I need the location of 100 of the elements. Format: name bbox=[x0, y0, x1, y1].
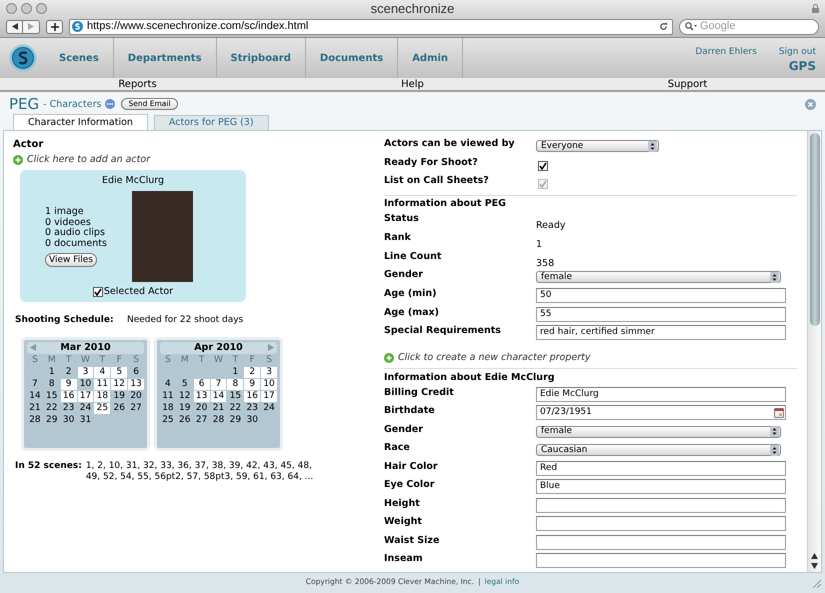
calendar-day[interactable]: 9 bbox=[244, 378, 260, 390]
calendar-day[interactable]: 15 bbox=[44, 390, 60, 402]
calendar-day[interactable]: 12 bbox=[176, 390, 193, 402]
calendar-day[interactable]: 10 bbox=[78, 378, 94, 390]
calendar-day[interactable]: 8 bbox=[44, 378, 60, 390]
text-field[interactable]: Blue bbox=[536, 479, 786, 494]
calendar-day[interactable]: 5 bbox=[111, 366, 128, 378]
close-icon[interactable] bbox=[805, 98, 816, 110]
calendar-day[interactable]: 6 bbox=[128, 366, 144, 378]
scroll-up-icon[interactable] bbox=[811, 553, 818, 559]
calendar-day[interactable]: 30 bbox=[244, 414, 260, 426]
calendar-day[interactable]: 26 bbox=[176, 414, 193, 426]
calendar-day[interactable]: 24 bbox=[261, 402, 277, 414]
calendar-icon[interactable] bbox=[774, 408, 784, 418]
text-field[interactable] bbox=[536, 498, 786, 513]
sign-out-link[interactable]: Sign out bbox=[778, 46, 816, 60]
calendar-day[interactable]: 20 bbox=[128, 390, 144, 402]
text-field[interactable]: 50 bbox=[536, 288, 786, 303]
calendar-day[interactable]: 30 bbox=[60, 414, 77, 426]
breadcrumb-link[interactable]: - Characters bbox=[43, 98, 102, 113]
scroll-down-icon[interactable] bbox=[811, 563, 818, 569]
calendar-day[interactable]: 11 bbox=[160, 390, 176, 402]
calendar-day[interactable]: 11 bbox=[94, 378, 110, 390]
checkbox[interactable] bbox=[538, 160, 548, 171]
calendar-day[interactable]: 3 bbox=[261, 366, 277, 378]
calendar-day[interactable]: 13 bbox=[194, 390, 210, 402]
calendar-day[interactable]: 21 bbox=[27, 402, 43, 414]
calendar-day[interactable]: 21 bbox=[210, 402, 226, 414]
dropdown[interactable]: Caucasian bbox=[536, 444, 781, 456]
view-files-button[interactable]: View Files bbox=[45, 253, 97, 268]
add-property-link[interactable]: Click to create a new character property bbox=[398, 351, 590, 366]
calendar-day[interactable]: 25 bbox=[94, 402, 110, 414]
tab[interactable]: Character Information bbox=[13, 114, 148, 130]
calendar-day[interactable]: 28 bbox=[210, 414, 226, 426]
calendar-day[interactable]: 23 bbox=[244, 402, 260, 414]
calendar-day[interactable]: 1 bbox=[44, 366, 60, 378]
calendar-day[interactable]: 9 bbox=[60, 378, 77, 390]
calendar-day[interactable]: 5 bbox=[176, 378, 193, 390]
calendar-day[interactable]: 4 bbox=[160, 378, 176, 390]
forward-button[interactable] bbox=[23, 20, 40, 34]
calendar-day[interactable]: 4 bbox=[94, 366, 110, 378]
text-field[interactable] bbox=[536, 516, 786, 532]
tab[interactable]: Actors for PEG (3) bbox=[154, 115, 269, 130]
calendar-day[interactable]: 26 bbox=[111, 402, 128, 414]
calendar-day[interactable]: 1 bbox=[227, 366, 244, 378]
calendar-day[interactable]: 2 bbox=[60, 366, 77, 378]
calendar-day[interactable]: 29 bbox=[227, 414, 244, 426]
calendar-day[interactable]: 29 bbox=[44, 414, 60, 426]
calendar-day[interactable]: 27 bbox=[128, 402, 144, 414]
text-field[interactable] bbox=[536, 534, 786, 550]
dropdown[interactable]: Everyone bbox=[536, 140, 659, 152]
text-field[interactable]: Red bbox=[536, 460, 786, 476]
add-icon[interactable] bbox=[13, 155, 23, 166]
window-controls-icon[interactable] bbox=[6, 2, 48, 14]
add-icon[interactable] bbox=[384, 353, 394, 364]
calendar-day[interactable]: 17 bbox=[78, 390, 94, 402]
add-actor-link[interactable]: Click here to add an actor bbox=[27, 153, 150, 168]
calendar-day[interactable]: 13 bbox=[128, 378, 144, 390]
back-button[interactable] bbox=[6, 20, 23, 34]
calendar-day[interactable]: 17 bbox=[261, 390, 277, 402]
calendar-day[interactable]: 3 bbox=[78, 366, 94, 378]
calendar-day[interactable]: 31 bbox=[78, 414, 94, 426]
calendar-day[interactable]: 14 bbox=[210, 390, 226, 402]
resize-grip-icon[interactable] bbox=[811, 578, 821, 588]
more-icon[interactable] bbox=[105, 99, 116, 109]
dropdown[interactable]: female bbox=[536, 426, 781, 438]
sub-nav-link[interactable]: Reports bbox=[118, 78, 157, 91]
calendar-day[interactable]: 20 bbox=[194, 402, 210, 414]
calendar-day[interactable]: 25 bbox=[160, 414, 176, 426]
calendar-day[interactable]: 24 bbox=[78, 402, 94, 414]
calendar-day[interactable]: 16 bbox=[244, 390, 260, 402]
sub-nav-link[interactable]: Help bbox=[401, 78, 424, 91]
calendar-day[interactable]: 28 bbox=[27, 414, 43, 426]
text-field[interactable]: red hair, certified simmer bbox=[536, 325, 786, 340]
app-logo-icon[interactable] bbox=[8, 44, 36, 72]
calendar-day[interactable]: 23 bbox=[60, 402, 77, 414]
date-field[interactable]: 07/23/1951 bbox=[536, 405, 786, 420]
sub-nav-link[interactable]: Support bbox=[668, 78, 708, 91]
calendar-day[interactable]: 12 bbox=[111, 378, 128, 390]
calendar-day[interactable]: 27 bbox=[194, 414, 210, 426]
calendar-day[interactable]: 2 bbox=[244, 366, 260, 378]
url-field[interactable]: https://www.scenechronize.com/sc/index.html bbox=[69, 18, 673, 35]
calendar-day[interactable]: 8 bbox=[227, 378, 244, 390]
calendar-day[interactable]: 22 bbox=[44, 402, 60, 414]
calendar-day[interactable]: 19 bbox=[111, 390, 128, 402]
text-field[interactable] bbox=[536, 553, 786, 568]
calendar-day[interactable]: 7 bbox=[210, 378, 226, 390]
calendar-day[interactable]: 7 bbox=[27, 378, 43, 390]
dropdown[interactable]: female bbox=[536, 271, 781, 284]
calendar-day[interactable]: 6 bbox=[194, 378, 210, 390]
add-bookmark-button[interactable] bbox=[46, 20, 63, 34]
selected-checkbox[interactable] bbox=[92, 287, 103, 298]
text-field[interactable]: 55 bbox=[536, 306, 786, 322]
calendar-day[interactable]: 18 bbox=[94, 390, 110, 402]
calendar-day[interactable]: 14 bbox=[27, 390, 43, 402]
calendar-day[interactable]: 18 bbox=[160, 402, 176, 414]
calendar-day[interactable]: 22 bbox=[227, 402, 244, 414]
calendar-day[interactable]: 10 bbox=[261, 378, 277, 390]
reload-icon[interactable] bbox=[659, 22, 668, 32]
calendar-day[interactable]: 15 bbox=[227, 390, 244, 402]
